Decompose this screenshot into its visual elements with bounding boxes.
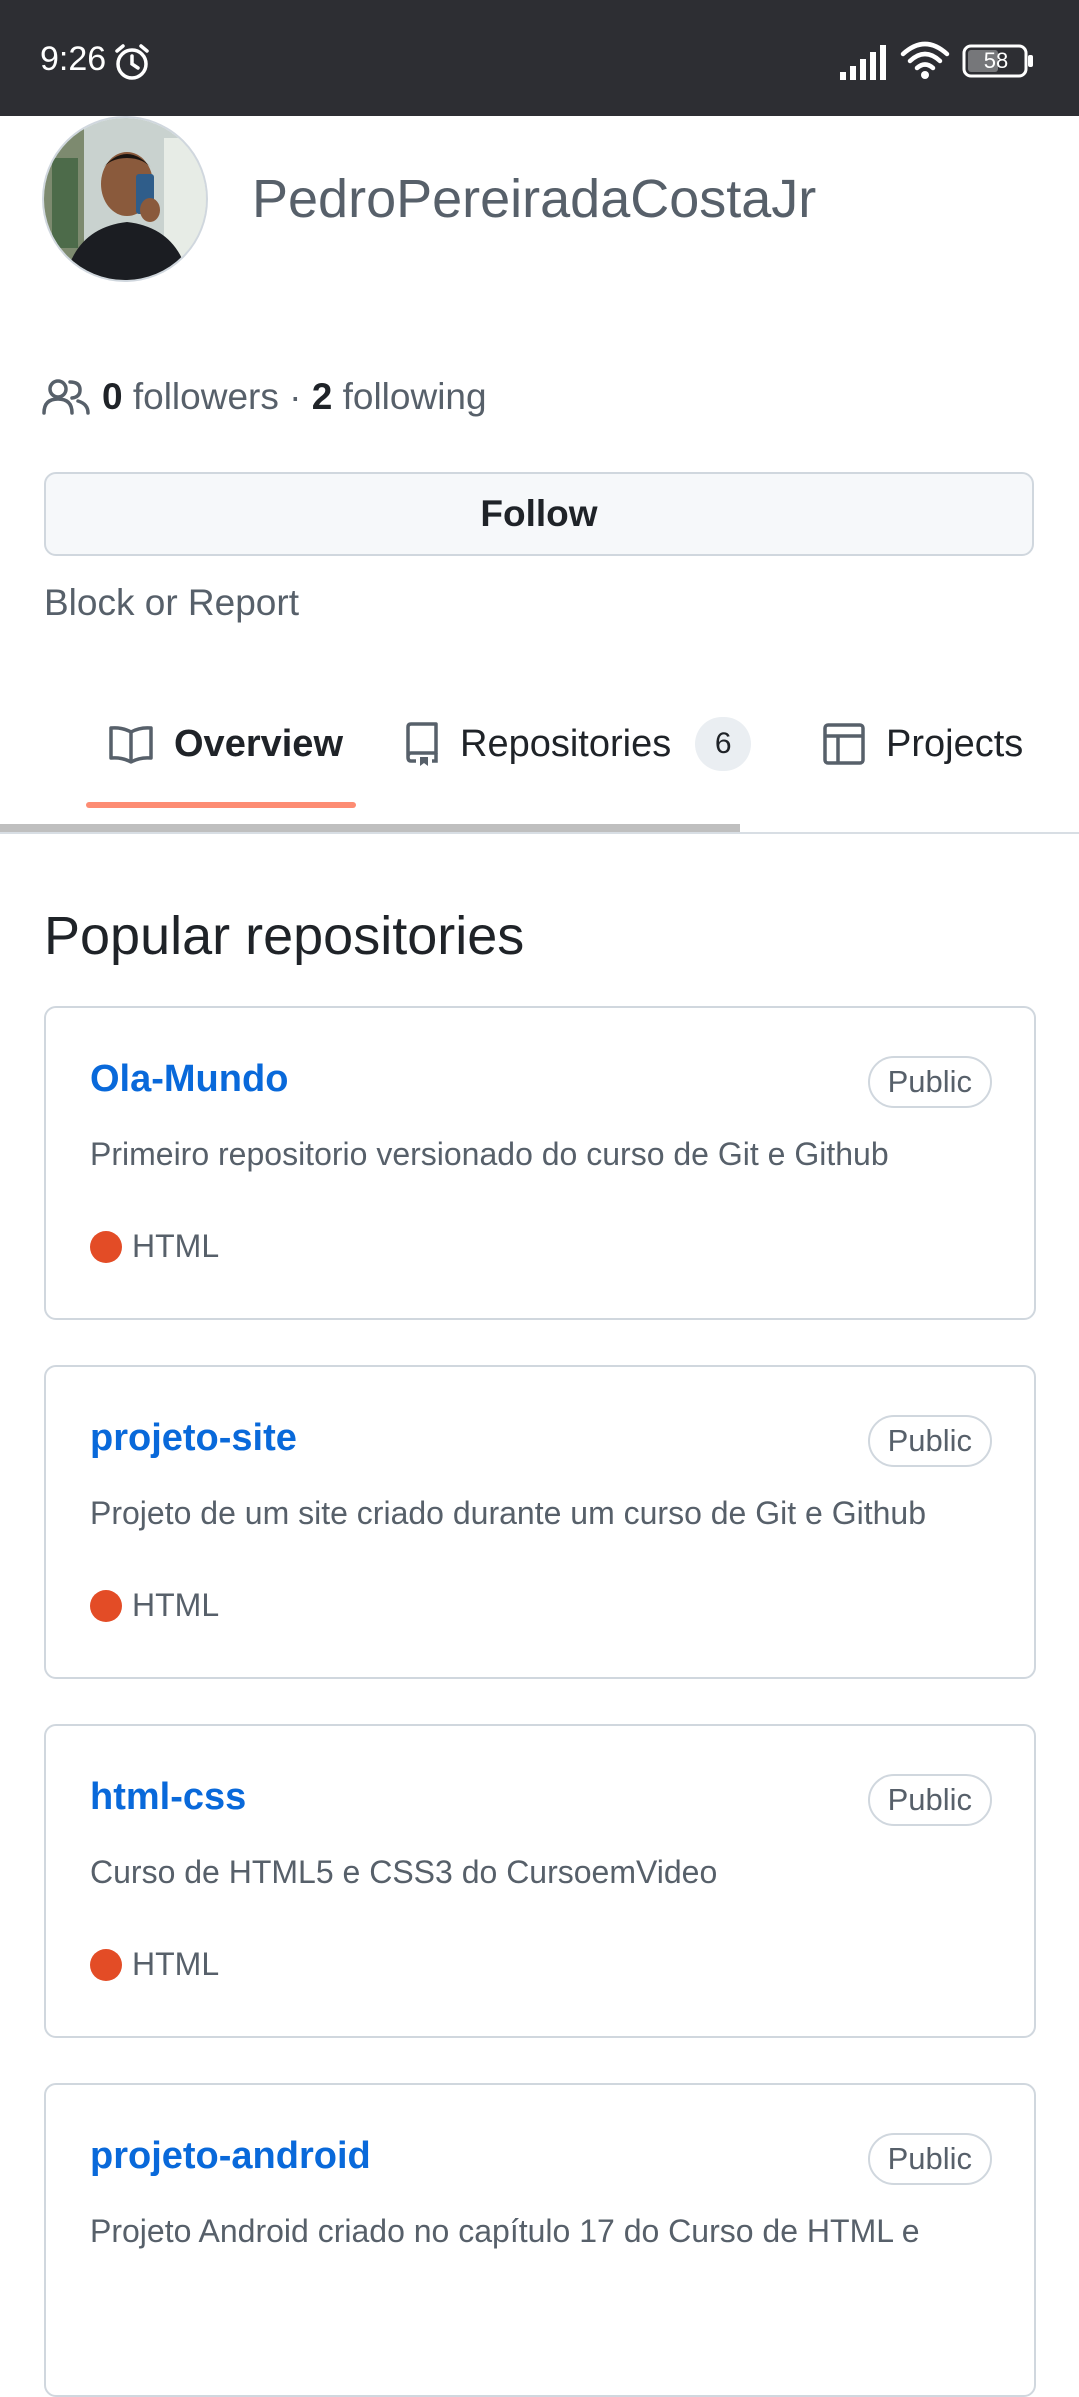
table-icon — [823, 723, 865, 765]
repo-card: projeto-android Public Projeto Android c… — [44, 2083, 1036, 2397]
alarm-icon — [112, 42, 152, 87]
tabs-divider — [0, 832, 1079, 834]
popular-repositories-heading: Popular repositories — [44, 906, 525, 966]
repo-card: html-css Public Curso de HTML5 e CSS3 do… — [44, 1724, 1036, 2038]
following-count[interactable]: 2 — [312, 376, 333, 418]
visibility-badge: Public — [867, 1056, 992, 1108]
repo-name-link[interactable]: projeto-site — [90, 1417, 297, 1460]
tab-projects-label: Projects — [886, 722, 1024, 765]
visibility-badge: Public — [867, 2133, 992, 2185]
visibility-badge: Public — [867, 1774, 992, 1826]
tab-repositories-label: Repositories — [460, 722, 672, 765]
follow-button[interactable]: Follow — [44, 472, 1034, 556]
language-label: HTML — [132, 1587, 220, 1623]
repo-description: Primeiro repositorio versionado do curso… — [90, 1136, 889, 1172]
repo-name-link[interactable]: html-css — [90, 1776, 246, 1819]
tab-overview-label: Overview — [174, 722, 343, 765]
signal-icon — [838, 44, 890, 85]
repo-language: HTML — [90, 1228, 219, 1265]
profile-username: PedroPereiradaCostaJr — [252, 169, 817, 229]
tab-projects[interactable]: Projects — [822, 700, 1023, 788]
battery-level: 58 — [983, 48, 1009, 73]
book-icon — [109, 726, 153, 764]
tab-repositories[interactable]: Repositories 6 — [402, 700, 752, 788]
stats-separator: · — [289, 376, 302, 417]
language-color-dot — [90, 1948, 122, 1981]
repo-name-link[interactable]: Ola-Mundo — [90, 1058, 288, 1101]
people-icon — [42, 379, 90, 415]
repo-card: Ola-Mundo Public Primeiro repositorio ve… — [44, 1006, 1036, 1320]
repo-description: Projeto Android criado no capítulo 17 do… — [90, 2213, 920, 2249]
repositories-counter: 6 — [695, 717, 752, 771]
status-time: 9:26 — [40, 40, 107, 78]
avatar[interactable] — [42, 116, 208, 282]
language-label: HTML — [132, 1946, 220, 1982]
visibility-badge: Public — [867, 1415, 992, 1467]
profile-tabs: Overview Repositories 6 Projects — [0, 700, 1079, 836]
repo-icon — [406, 722, 438, 766]
repo-description: Projeto de um site criado durante um cur… — [90, 1495, 926, 1531]
language-color-dot — [90, 1589, 122, 1622]
repo-description: Curso de HTML5 e CSS3 do CursoemVideo — [90, 1854, 718, 1890]
follow-stats: 0 followers · 2 following — [42, 373, 487, 421]
language-label: HTML — [132, 1228, 220, 1264]
status-bar: 9:26 58 — [0, 0, 1079, 116]
active-tab-indicator — [86, 802, 356, 808]
followers-count[interactable]: 0 — [102, 376, 123, 418]
following-label[interactable]: following — [343, 376, 487, 418]
followers-label[interactable]: followers — [133, 376, 279, 418]
repo-card: projeto-site Public Projeto de um site c… — [44, 1365, 1036, 1679]
wifi-icon — [900, 40, 950, 85]
repo-name-link[interactable]: projeto-android — [90, 2135, 371, 2178]
tab-overview[interactable]: Overview — [108, 700, 343, 788]
block-or-report-link[interactable]: Block or Report — [44, 582, 299, 624]
repo-language: HTML — [90, 1587, 219, 1624]
language-color-dot — [90, 1230, 122, 1263]
repo-language: HTML — [90, 1946, 219, 1983]
